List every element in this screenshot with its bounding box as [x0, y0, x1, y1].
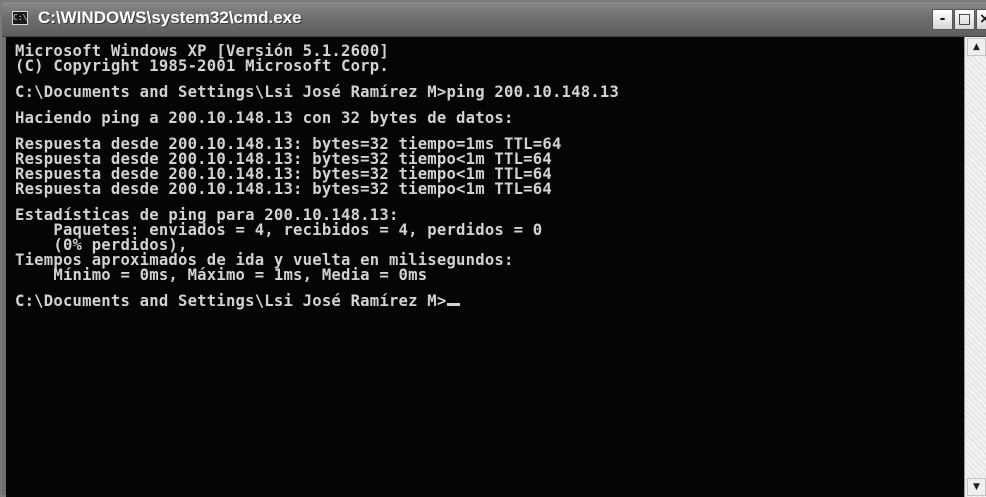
console-line-copyright: (C) Copyright 1985-2001 Microsoft Corp. — [15, 57, 389, 75]
close-button[interactable]: × — [976, 9, 986, 30]
console-prompt-line[interactable]: C:\Documents and Settings\Lsi José Ramír… — [15, 292, 964, 310]
title-bar[interactable]: C:\ C:\WINDOWS\system32\cmd.exe - □ × — [2, 2, 986, 37]
maximize-button[interactable]: □ — [954, 9, 975, 30]
command-prompt: C:\Documents and Settings\Lsi José Ramír… — [15, 292, 447, 310]
console-line-ping-header: Haciendo ping a 200.10.148.13 con 32 byt… — [15, 109, 514, 127]
console-line-ping-command: C:\Documents and Settings\Lsi José Ramír… — [15, 83, 620, 101]
vertical-scrollbar[interactable]: ▲ ▼ — [964, 37, 986, 497]
cmd-window: C:\ C:\WINDOWS\system32\cmd.exe - □ × Mi… — [0, 0, 986, 497]
cmd-icon[interactable]: C:\ — [12, 11, 28, 25]
window-title: C:\WINDOWS\system32\cmd.exe — [38, 8, 302, 27]
console-text: Microsoft Windows XP [Versión 5.1.2600] … — [6, 37, 964, 309]
text-cursor — [447, 303, 461, 306]
console-output[interactable]: Microsoft Windows XP [Versión 5.1.2600] … — [6, 37, 964, 497]
scroll-up-icon[interactable]: ▲ — [967, 38, 986, 56]
minimize-button[interactable]: - — [932, 9, 953, 30]
scroll-down-icon[interactable]: ▼ — [967, 478, 986, 496]
console-line-reply: Respuesta desde 200.10.148.13: bytes=32 … — [15, 180, 552, 198]
console-line-times: Mínimo = 0ms, Máximo = 1ms, Media = 0ms — [15, 266, 428, 284]
